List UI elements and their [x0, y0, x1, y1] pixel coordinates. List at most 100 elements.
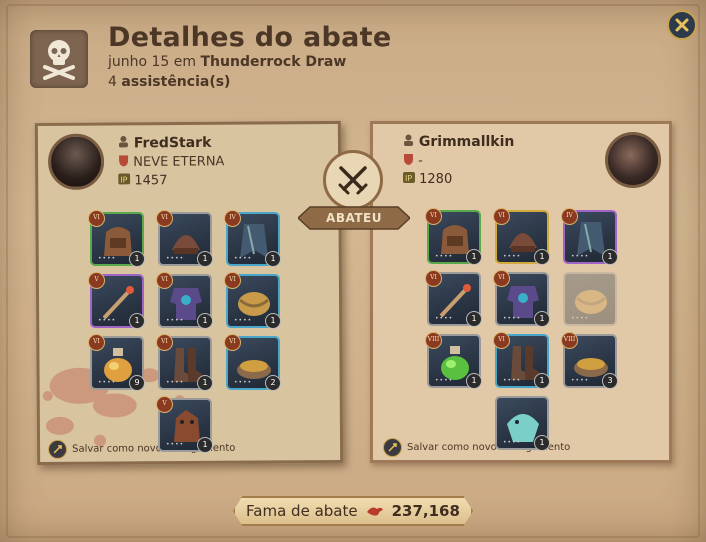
- quality-dots-icon: ••••: [435, 315, 454, 322]
- item-power-icon: IP: [118, 173, 131, 188]
- kill-date-location: junho 15 em Thunderrock Draw: [108, 54, 346, 70]
- item-quantity: 1: [265, 313, 281, 329]
- tier-badge: VI: [88, 210, 105, 227]
- svg-text:IP: IP: [120, 175, 127, 184]
- quality-dots-icon: ••••: [503, 377, 522, 384]
- item-quantity: 1: [534, 311, 550, 327]
- crossed-swords-icon: [338, 166, 368, 195]
- item-quantity: 1: [466, 249, 482, 265]
- quality-dots-icon: ••••: [571, 253, 590, 260]
- killer-name-row: FredStark: [118, 135, 212, 152]
- killer-item-head[interactable]: VI 1 ••••: [156, 210, 213, 267]
- tier-badge: VI: [224, 272, 241, 289]
- killer-item-mount[interactable]: V 1 ••••: [156, 396, 213, 453]
- killed-label: ABATEU: [326, 211, 382, 225]
- quality-dots-icon: ••••: [571, 315, 590, 322]
- item-quantity: 1: [265, 251, 281, 267]
- tier-badge: VIII: [561, 332, 578, 349]
- victim-avatar[interactable]: [605, 132, 661, 188]
- quality-dots-icon: ••••: [571, 377, 590, 384]
- victim-item-mount[interactable]: 1 ••••: [495, 396, 550, 451]
- quality-dots-icon: ••••: [234, 317, 253, 324]
- quality-dots-icon: ••••: [166, 379, 185, 386]
- tier-badge: VI: [425, 208, 442, 225]
- victim-item-cape[interactable]: IV 1 ••••: [561, 208, 618, 265]
- victim-name[interactable]: Grimmallkin: [419, 134, 515, 150]
- quality-dots-icon: ••••: [98, 317, 117, 324]
- tier-badge: VI: [156, 210, 173, 227]
- tier-badge: IV: [224, 210, 241, 227]
- tier-badge: VI: [224, 334, 241, 351]
- item-quantity: 1: [534, 249, 550, 265]
- guild-shield-icon: [118, 154, 129, 170]
- kill-fame-value: 237,168: [391, 502, 460, 520]
- killer-item-shoes[interactable]: VI 1 ••••: [156, 334, 213, 391]
- killer-item-food[interactable]: VI 2 ••••: [224, 334, 281, 391]
- item-quantity: 2: [265, 375, 281, 391]
- victim-item-offhand[interactable]: ••••: [563, 272, 617, 326]
- victim-item-head[interactable]: VI 1 ••••: [493, 208, 550, 265]
- killer-item-armor[interactable]: VI 1 ••••: [156, 272, 213, 329]
- item-quantity: 1: [197, 251, 213, 267]
- killer-guild[interactable]: NEVE ETERNA: [133, 154, 224, 170]
- item-quantity: 1: [602, 249, 618, 265]
- quality-dots-icon: ••••: [98, 255, 117, 262]
- item-quantity: 1: [197, 375, 213, 391]
- item-quantity: 3: [602, 373, 618, 389]
- fame-icon: [366, 502, 384, 521]
- close-icon: [675, 18, 689, 32]
- assist-number: 4: [108, 74, 117, 90]
- killer-item-offhand[interactable]: VI 1 ••••: [224, 272, 281, 329]
- item-power-icon: IP: [403, 172, 415, 187]
- item-quantity: 1: [197, 313, 213, 329]
- killer-item-power: 1457: [134, 173, 168, 189]
- killer-ip-row: IP 1457: [118, 173, 168, 189]
- quality-dots-icon: ••••: [166, 441, 185, 448]
- victim-guild-row: -: [403, 153, 423, 169]
- item-quantity: 1: [466, 311, 482, 327]
- killer-guild-row: NEVE ETERNA: [118, 154, 224, 171]
- quality-dots-icon: ••••: [166, 255, 185, 262]
- victim-item-armor[interactable]: VI 1 ••••: [493, 270, 550, 327]
- killer-name[interactable]: FredStark: [134, 135, 212, 152]
- kill-location: Thunderrock Draw: [200, 54, 347, 70]
- victim-item-bag[interactable]: VI 1 ••••: [425, 208, 482, 265]
- tier-badge: VIII: [425, 332, 442, 349]
- offhand-item-icon: [575, 290, 607, 314]
- crossed-swords-badge: [323, 150, 383, 210]
- quality-dots-icon: ••••: [503, 253, 522, 260]
- tier-badge: VI: [493, 332, 510, 349]
- victim-ip-row: IP 1280: [403, 172, 452, 187]
- player-icon: [118, 135, 129, 151]
- tier-badge: VI: [493, 208, 510, 225]
- killer-item-cape[interactable]: IV 1 ••••: [224, 210, 281, 267]
- tier-badge: V: [156, 396, 173, 413]
- killer-item-bag[interactable]: VI 1 ••••: [88, 210, 145, 267]
- killed-banner: ABATEU: [298, 205, 410, 231]
- svg-text:IP: IP: [405, 174, 412, 183]
- item-quantity: 1: [197, 437, 213, 453]
- victim-item-potion[interactable]: VIII 1 ••••: [425, 332, 482, 389]
- kill-fame-bar: Fama de abate 237,168: [233, 496, 473, 526]
- tier-badge: VI: [88, 334, 105, 351]
- tier-badge: IV: [561, 208, 578, 225]
- item-quantity: 1: [534, 435, 550, 451]
- tier-badge: VI: [156, 334, 173, 351]
- assist-label: assistência(s): [121, 74, 231, 90]
- victim-item-food[interactable]: VIII 3 ••••: [561, 332, 618, 389]
- close-button[interactable]: [667, 10, 697, 40]
- item-quantity: 1: [129, 251, 145, 267]
- victim-item-weapon[interactable]: VI 1 ••••: [425, 270, 482, 327]
- item-quantity: 9: [129, 375, 145, 391]
- page-title: Detalhes do abate: [108, 22, 392, 53]
- item-quantity: 1: [129, 313, 145, 329]
- killer-item-potion[interactable]: VI 9 ••••: [88, 334, 145, 391]
- quality-dots-icon: ••••: [435, 253, 454, 260]
- killer-avatar[interactable]: [47, 133, 105, 190]
- victim-name-row: Grimmallkin: [403, 134, 514, 150]
- quality-dots-icon: ••••: [98, 379, 117, 386]
- assist-count: 4 assistência(s): [108, 74, 230, 90]
- killer-item-weapon[interactable]: V 1 ••••: [88, 272, 145, 329]
- tier-badge: VI: [493, 270, 510, 287]
- victim-item-shoes[interactable]: VI 1 ••••: [493, 332, 550, 389]
